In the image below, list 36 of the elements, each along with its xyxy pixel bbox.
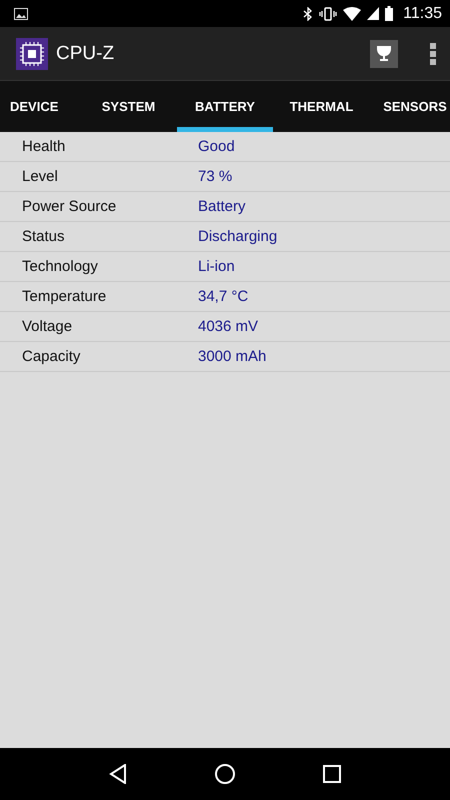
bluetooth-icon <box>303 6 314 20</box>
more-icon <box>430 42 436 64</box>
vibrate-icon <box>319 6 338 20</box>
chip-icon <box>16 38 48 70</box>
property-label: Voltage <box>21 318 74 335</box>
more-menu-button[interactable] <box>430 42 436 64</box>
clock-time: 11:35 <box>403 4 442 22</box>
property-value: 4036 mV <box>198 318 258 335</box>
property-value: 34,7 °C <box>198 288 248 305</box>
signal-icon <box>367 7 380 20</box>
property-value: Good <box>198 138 235 155</box>
property-label: Technology <box>21 258 99 275</box>
property-value: 3000 mAh <box>198 348 266 365</box>
tab[interactable]: DEVICE <box>0 81 80 132</box>
property-label: Power Source <box>21 198 118 215</box>
property-label: Level <box>21 168 59 185</box>
property-value: Battery <box>198 198 246 215</box>
back-icon[interactable] <box>108 764 127 784</box>
battery-icon <box>385 6 394 21</box>
property-label: Status <box>21 228 66 245</box>
property-label: Temperature <box>21 288 108 305</box>
property-label: Capacity <box>21 348 82 365</box>
property-value: Li-ion <box>198 258 235 275</box>
recents-icon[interactable] <box>323 765 342 783</box>
home-icon[interactable] <box>214 763 236 785</box>
trophy-icon <box>374 44 394 64</box>
tab[interactable]: SENSORS <box>370 81 450 132</box>
property-value: Discharging <box>198 228 278 245</box>
tab[interactable]: SYSTEM <box>80 81 177 132</box>
app-title: CPU-Z <box>56 42 114 64</box>
tab[interactable]: THERMAL <box>273 81 370 132</box>
image-icon <box>14 8 28 20</box>
property-value: 73 % <box>198 168 232 185</box>
property-label: Health <box>21 138 66 155</box>
wifi-icon <box>343 6 362 20</box>
trophy-button[interactable] <box>370 40 398 68</box>
